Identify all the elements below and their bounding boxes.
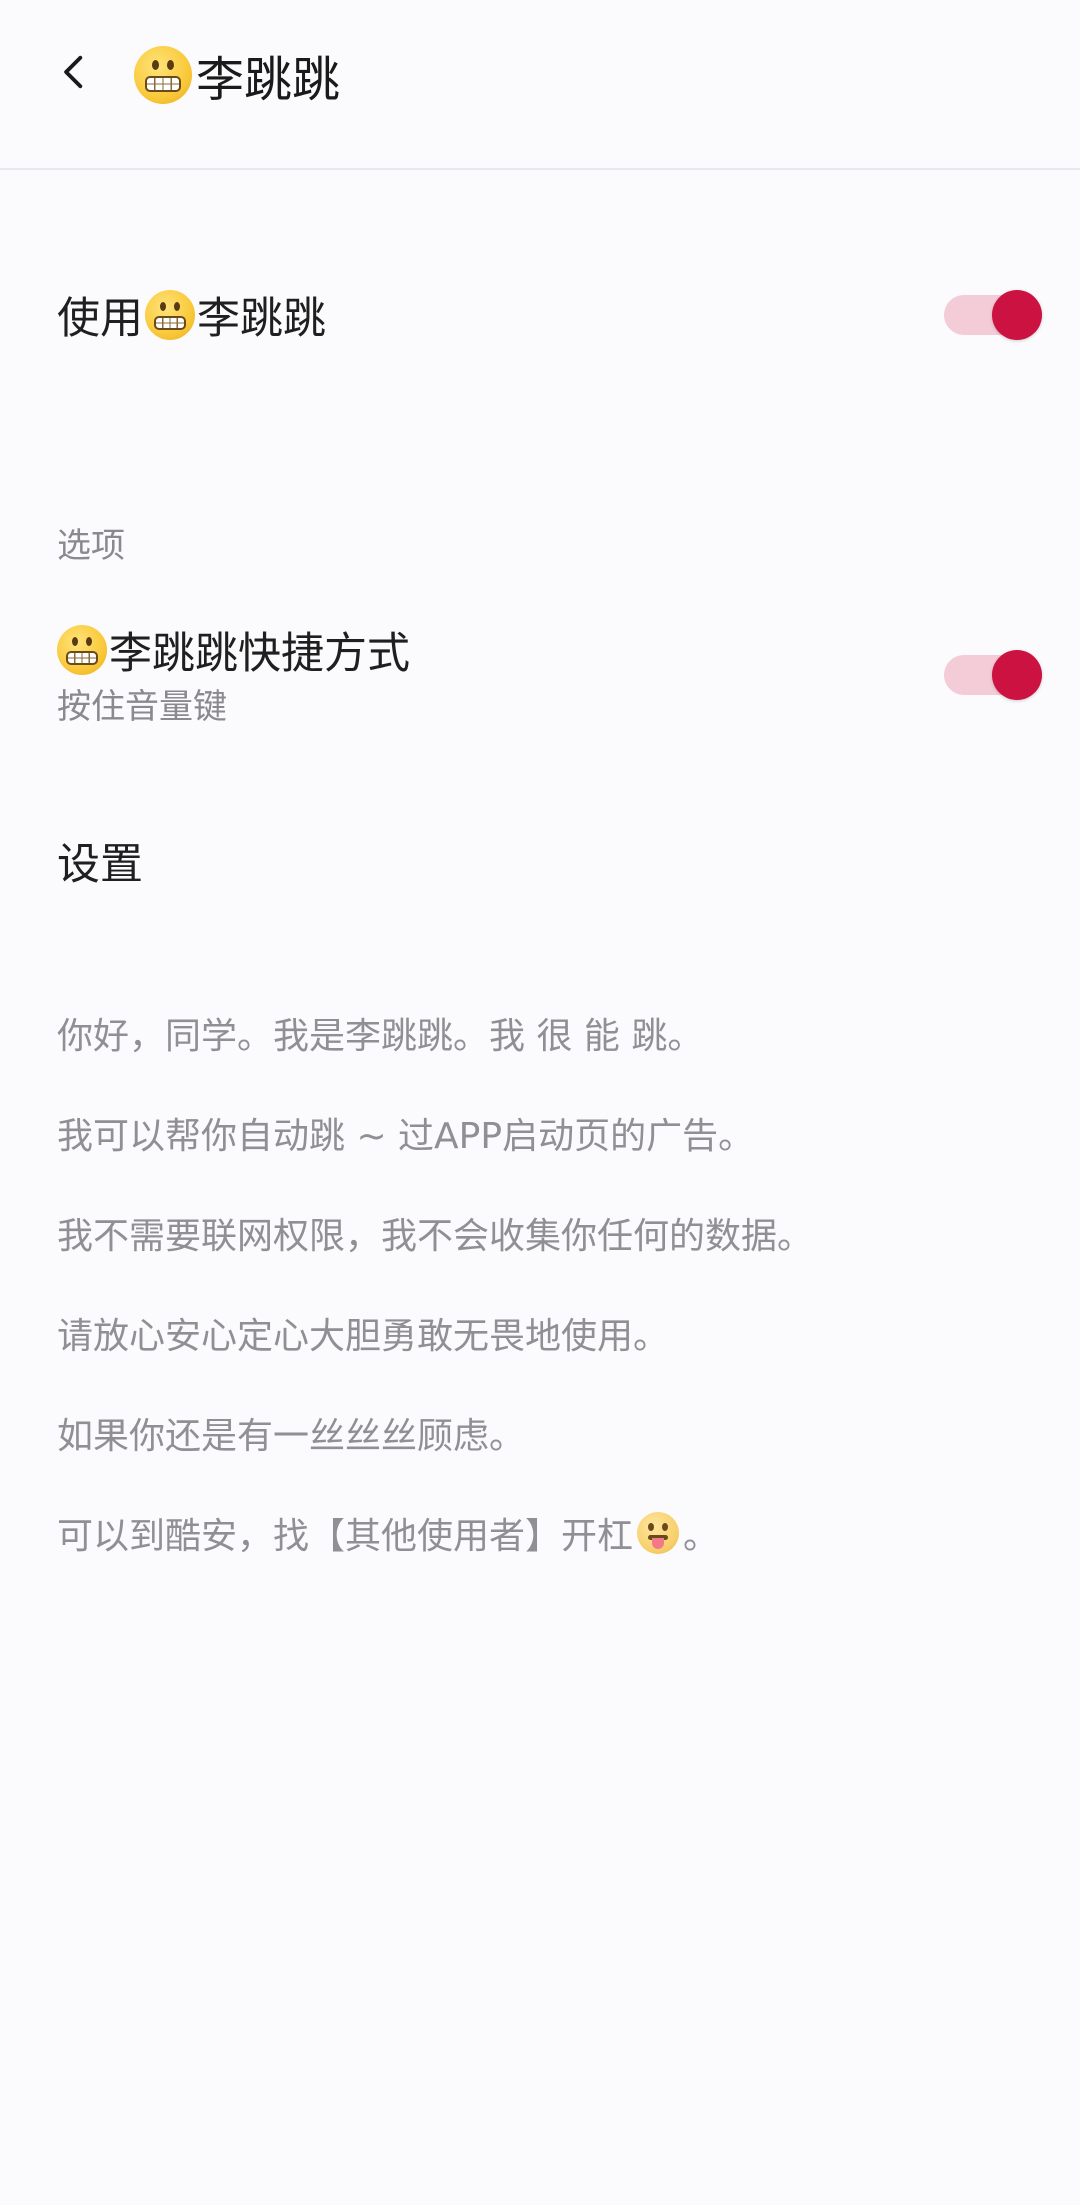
enable-label-prefix: 使用 (57, 294, 143, 344)
toggle-knob (992, 290, 1042, 340)
description-line-4: 请放心安心定心大胆勇敢无畏地使用。 (57, 1316, 670, 1357)
enable-row[interactable]: 使用 李跳跳 (0, 270, 1080, 360)
description-line-3: 我不需要联网权限，我不会收集你任何的数据。 (57, 1216, 814, 1257)
app-header: 李跳跳 (0, 0, 1080, 170)
shortcut-row[interactable]: 李跳跳快捷方式 按住音量键 (0, 615, 1080, 735)
description-line-1: 你好，同学。我是李跳跳。我 很 能 跳。 (57, 1016, 704, 1057)
back-arrow-icon (64, 55, 83, 89)
shortcut-subtitle: 按住音量键 (57, 687, 227, 727)
description-line-6-text: 可以到酷安，找【其他使用者】开杠 (57, 1516, 634, 1557)
tongue-face-icon (637, 1512, 680, 1554)
options-section-header: 选项 (57, 526, 125, 566)
shortcut-label-name: 李跳跳快捷方式 (109, 629, 410, 679)
enable-toggle[interactable] (944, 290, 1042, 340)
grimacing-face-icon (134, 46, 192, 104)
enable-label-name: 李跳跳 (197, 294, 326, 344)
shortcut-label: 李跳跳快捷方式 (57, 615, 410, 685)
toggle-knob (992, 650, 1042, 700)
description-line-6: 可以到酷安，找【其他使用者】开杠 。 (57, 1505, 719, 1561)
enable-label: 使用 李跳跳 (57, 285, 326, 345)
description-line-5: 如果你还是有一丝丝丝顾虑。 (57, 1416, 526, 1457)
page-title-text: 李跳跳 (196, 52, 341, 108)
back-button[interactable] (44, 42, 104, 102)
screen: 李跳跳 使用 李跳跳 选项 李跳跳快捷方式 按住音量键 设置 你好，同学。我是李… (0, 0, 1080, 2205)
grimacing-face-icon (145, 290, 195, 340)
description-line-6-end: 。 (683, 1516, 720, 1557)
shortcut-toggle[interactable] (944, 650, 1042, 700)
page-title: 李跳跳 (134, 40, 340, 110)
description-line-2: 我可以帮你自动跳 ~ 过APP启动页的广告。 (57, 1116, 755, 1157)
settings-title[interactable]: 设置 (57, 830, 143, 892)
grimacing-face-icon (57, 625, 107, 675)
